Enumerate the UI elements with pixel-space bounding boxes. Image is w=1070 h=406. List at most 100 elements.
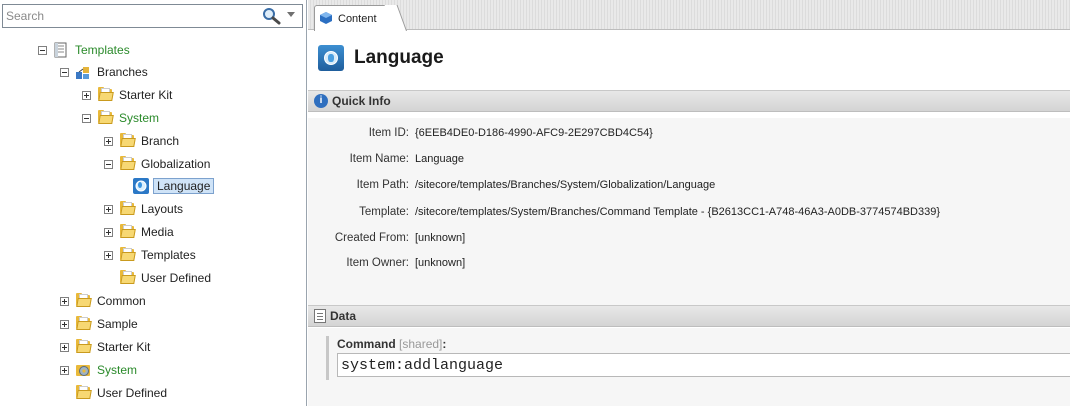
search-dropdown-arrow-icon[interactable] xyxy=(287,12,295,17)
expand-icon[interactable] xyxy=(104,227,113,237)
data-section-header[interactable]: Data xyxy=(308,305,1070,327)
quick-info-row: Item ID: {6EEB4DE0-D186-4990-AFC9-2E297C… xyxy=(308,123,1070,143)
section-title: Data xyxy=(330,309,357,323)
tree-node-label: Starter Kit xyxy=(97,340,151,354)
tree-node-branches[interactable]: Branches xyxy=(60,61,150,83)
template-key: Template: xyxy=(359,206,409,218)
template-icon xyxy=(53,42,69,58)
folder-icon xyxy=(75,293,92,309)
tree-node-sample[interactable]: Sample xyxy=(60,313,140,335)
tree-node-templates-sub[interactable]: Templates xyxy=(104,244,198,266)
branch-icon xyxy=(75,64,91,80)
template-value[interactable]: /sitecore/templates/System/Branches/Comm… xyxy=(415,206,940,218)
expand-icon[interactable] xyxy=(104,204,113,214)
expand-icon[interactable] xyxy=(60,365,69,375)
quick-info-row: Item Name: Language xyxy=(308,149,1070,169)
folder-icon xyxy=(119,201,136,217)
tree-node-user-defined[interactable]: User Defined xyxy=(119,267,213,289)
created-from-key: Created From: xyxy=(334,232,409,244)
expand-icon[interactable] xyxy=(60,296,69,306)
item-header: Language xyxy=(308,31,1070,87)
tree-node-label: Media xyxy=(141,225,174,239)
field-label-colon: : xyxy=(442,337,447,351)
tab-strip: Content xyxy=(308,0,1070,31)
tree-node-system[interactable]: System xyxy=(82,107,161,129)
tree-node-label: Templates xyxy=(75,43,130,57)
folder-icon xyxy=(97,110,114,126)
collapse-icon[interactable] xyxy=(104,159,113,169)
item-id-key: Item ID: xyxy=(368,127,409,139)
content-editor-pane: Content Language i Quick Info Item ID: {… xyxy=(308,0,1070,406)
tree-node-user-defined-root[interactable]: User Defined xyxy=(75,382,169,404)
command-input[interactable] xyxy=(337,353,1070,377)
content-tree-pane: Templates Branches Starter Kit System Br… xyxy=(0,0,307,406)
folder-icon xyxy=(119,247,136,263)
tree-node-label: System xyxy=(119,111,160,125)
item-id-value[interactable]: {6EEB4DE0-D186-4990-AFC9-2E297CBD4C54} xyxy=(415,127,653,139)
collapse-icon[interactable] xyxy=(82,113,91,123)
tree-node-label: Branches xyxy=(97,65,148,79)
expand-icon[interactable] xyxy=(104,136,113,146)
quick-info-row: Item Path: /sitecore/templates/Branches/… xyxy=(308,175,1070,195)
language-icon xyxy=(318,45,344,71)
tab-content[interactable]: Content xyxy=(314,5,398,31)
tree-node-language[interactable]: Language xyxy=(133,175,215,197)
expand-icon[interactable] xyxy=(60,342,69,352)
tree-node-label: System xyxy=(97,363,138,377)
tree-node-label: Templates xyxy=(141,248,196,262)
tree-node-common[interactable]: Common xyxy=(60,290,148,312)
field-name: Command xyxy=(337,337,396,351)
expand-icon[interactable] xyxy=(82,90,91,100)
tree-node-system-root[interactable]: System xyxy=(60,359,139,381)
created-from-value: [unknown] xyxy=(415,232,466,244)
item-path-key: Item Path: xyxy=(356,179,409,191)
folder-icon xyxy=(119,270,136,286)
data-section-icon xyxy=(314,309,326,323)
section-title: Quick Info xyxy=(332,94,391,108)
folder-icon xyxy=(97,87,114,103)
item-name-value: Language xyxy=(415,153,464,165)
search-box xyxy=(2,4,303,28)
system-folder-icon xyxy=(75,362,91,378)
tree-node-label: Language xyxy=(153,178,215,194)
tree-node-starter-kit-root[interactable]: Starter Kit xyxy=(60,336,152,358)
folder-icon xyxy=(119,156,136,172)
tree-node-layouts[interactable]: Layouts xyxy=(104,198,185,220)
collapse-icon[interactable] xyxy=(38,45,47,55)
tree-node-starter-kit[interactable]: Starter Kit xyxy=(82,84,174,106)
folder-icon xyxy=(119,133,136,149)
tree-node-label: Common xyxy=(97,294,146,308)
tree-node-media[interactable]: Media xyxy=(104,221,176,243)
data-section-panel: Command [shared]: xyxy=(308,328,1070,406)
tab-label: Content xyxy=(338,12,377,25)
item-owner-key: Item Owner: xyxy=(346,257,409,269)
collapse-icon[interactable] xyxy=(60,67,69,77)
tree-node-branch[interactable]: Branch xyxy=(104,130,181,152)
quick-info-row: Template: /sitecore/templates/System/Bra… xyxy=(308,202,1070,222)
shared-marker: [shared] xyxy=(399,337,443,351)
item-name-key: Item Name: xyxy=(349,153,409,165)
tree-node-globalization[interactable]: Globalization xyxy=(104,153,212,175)
quick-info-row: Created From: [unknown] xyxy=(308,228,1070,248)
tree-node-label: Globalization xyxy=(141,157,211,171)
quick-info-panel: Item ID: {6EEB4DE0-D186-4990-AFC9-2E297C… xyxy=(308,118,1070,306)
command-field: Command [shared]: xyxy=(326,336,1070,380)
expand-icon[interactable] xyxy=(104,250,113,260)
language-icon xyxy=(133,178,149,194)
folder-icon xyxy=(75,339,92,355)
tree-node-label: Sample xyxy=(97,317,138,331)
search-icon[interactable] xyxy=(261,7,281,25)
folder-icon xyxy=(119,224,136,240)
info-icon: i xyxy=(314,94,328,108)
tree-node-label: Starter Kit xyxy=(119,88,173,102)
quick-info-row: Item Owner: [unknown] xyxy=(308,253,1070,273)
search-input[interactable] xyxy=(3,5,253,27)
content-tab-icon xyxy=(319,11,335,27)
command-field-label: Command [shared]: xyxy=(337,336,1070,352)
expand-icon[interactable] xyxy=(60,319,69,329)
tree-node-templates[interactable]: Templates xyxy=(38,39,132,61)
item-path-value[interactable]: /sitecore/templates/Branches/System/Glob… xyxy=(415,179,715,191)
folder-icon xyxy=(75,316,92,332)
quick-info-section-header[interactable]: i Quick Info xyxy=(308,90,1070,112)
tree-node-label: Layouts xyxy=(141,202,184,216)
